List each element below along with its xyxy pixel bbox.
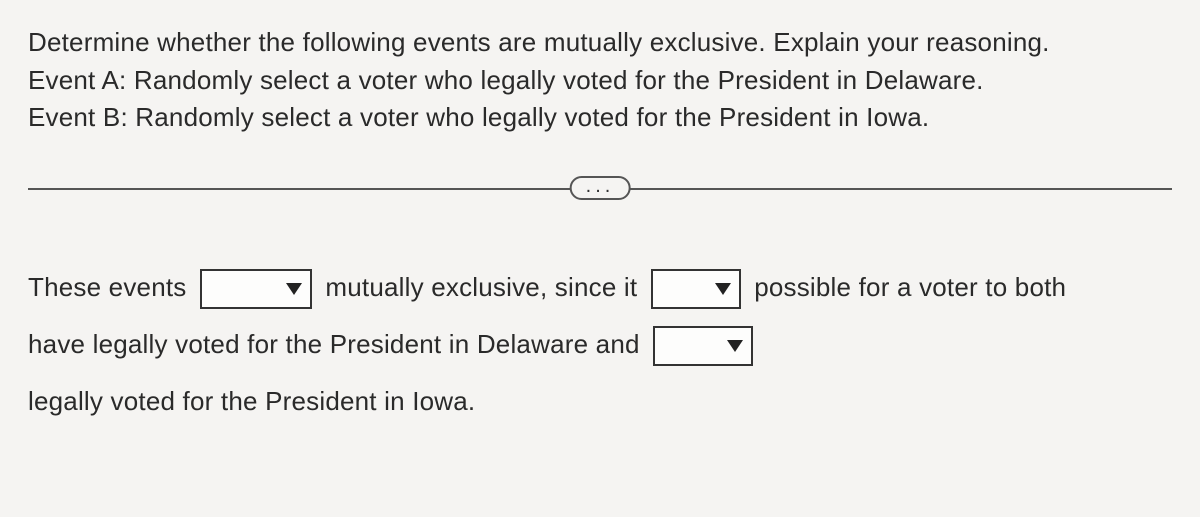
answer-text-3: possible for a voter to both [754, 272, 1066, 302]
dropdown-2[interactable] [651, 269, 741, 309]
question-prompt: Determine whether the following events a… [28, 24, 1172, 137]
answer-text-4: have legally voted for the President in … [28, 329, 640, 359]
answer-text-1: These events [28, 272, 187, 302]
expand-pill-button[interactable]: ... [570, 176, 631, 200]
chevron-down-icon [286, 283, 302, 295]
dropdown-3[interactable] [653, 326, 753, 366]
prompt-line-3: Event B: Randomly select a voter who leg… [28, 99, 1172, 137]
dropdown-1[interactable] [200, 269, 312, 309]
question-page: Determine whether the following events a… [0, 0, 1200, 459]
section-divider: ... [28, 173, 1172, 203]
prompt-line-1: Determine whether the following events a… [28, 24, 1172, 62]
chevron-down-icon [715, 283, 731, 295]
prompt-line-2: Event A: Randomly select a voter who leg… [28, 62, 1172, 100]
ellipsis-icon: ... [586, 175, 615, 197]
chevron-down-icon [727, 340, 743, 352]
answer-text-5: legally voted for the President in Iowa. [28, 386, 475, 416]
answer-text-2: mutually exclusive, since it [325, 272, 637, 302]
answer-sentence: These events mutually exclusive, since i… [28, 259, 1172, 431]
